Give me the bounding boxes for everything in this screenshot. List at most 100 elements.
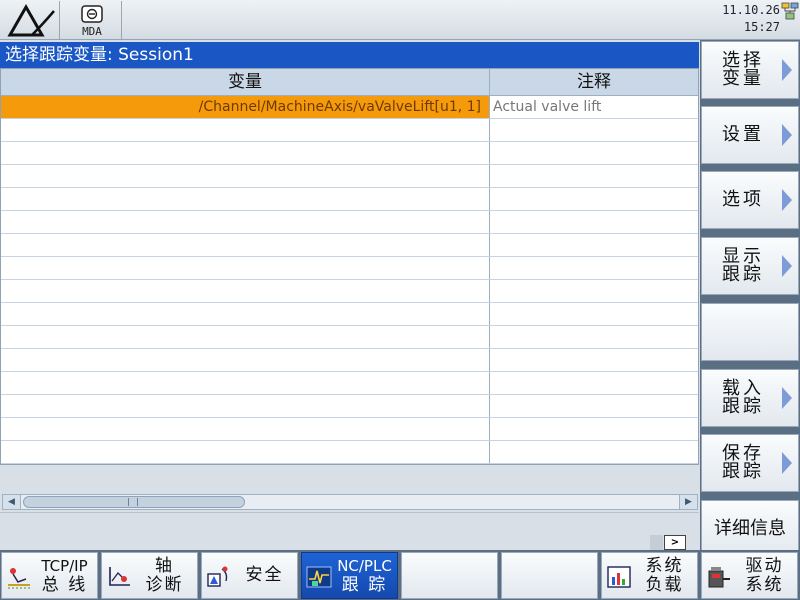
variable-cell[interactable] bbox=[1, 119, 490, 141]
table-row[interactable]: /Channel/MachineAxis/vaValveLift[u1, 1] A… bbox=[1, 96, 698, 119]
comment-cell[interactable] bbox=[490, 395, 698, 417]
table-row[interactable] bbox=[1, 326, 698, 349]
arrow-right-icon bbox=[782, 452, 792, 474]
comment-cell[interactable] bbox=[490, 303, 698, 325]
table-row[interactable] bbox=[1, 142, 698, 165]
mode-label: MDA bbox=[82, 25, 102, 38]
scrollbar-thumb[interactable] bbox=[23, 496, 245, 508]
grip-icon bbox=[128, 498, 138, 506]
softkey-label-line: 跟踪 bbox=[722, 461, 764, 482]
scroll-left-icon[interactable]: ◀ bbox=[3, 495, 21, 509]
comment-cell[interactable] bbox=[490, 211, 698, 233]
vertical-softkey-6[interactable]: 载入 跟踪 bbox=[701, 369, 799, 427]
variable-cell[interactable] bbox=[1, 257, 490, 279]
next-page-button[interactable]: > bbox=[664, 535, 686, 550]
table-row[interactable] bbox=[1, 441, 698, 464]
comment-cell[interactable] bbox=[490, 280, 698, 302]
softkey-label: 选择 变量 bbox=[702, 42, 784, 98]
table-row[interactable] bbox=[1, 280, 698, 303]
alarm-logo-icon[interactable] bbox=[2, 1, 60, 39]
variable-cell[interactable] bbox=[1, 142, 490, 164]
table-row[interactable] bbox=[1, 418, 698, 441]
softkey-label-line: 驱动 bbox=[745, 555, 784, 576]
table-row[interactable] bbox=[1, 395, 698, 418]
horizontal-softkey-1[interactable]: TCP/IP 总 线 bbox=[1, 552, 98, 599]
variable-cell[interactable] bbox=[1, 234, 490, 256]
softkey-label: 驱动 系统 bbox=[734, 553, 795, 598]
comment-cell[interactable] bbox=[490, 234, 698, 256]
horizontal-softkey-8[interactable]: 驱动 系统 bbox=[701, 552, 798, 599]
softkey-label: 载入 跟踪 bbox=[702, 370, 784, 426]
arrow-right-icon bbox=[782, 189, 792, 211]
softkey-label-line: 选项 bbox=[722, 189, 764, 210]
table-row[interactable] bbox=[1, 372, 698, 395]
comment-cell[interactable] bbox=[490, 326, 698, 348]
comment-cell[interactable] bbox=[490, 441, 698, 463]
table-row[interactable] bbox=[1, 119, 698, 142]
softkey-label-line: 系统 bbox=[645, 555, 684, 576]
variable-cell[interactable] bbox=[1, 372, 490, 394]
vertical-softkey-2[interactable]: 设置 bbox=[701, 106, 799, 164]
softkey-label-line: 跟踪 bbox=[722, 396, 764, 417]
comment-cell[interactable] bbox=[490, 257, 698, 279]
table-row[interactable] bbox=[1, 165, 698, 188]
variable-cell[interactable] bbox=[1, 395, 490, 417]
scroll-right-icon[interactable]: ▶ bbox=[679, 495, 697, 509]
network-bus-icon bbox=[6, 565, 32, 589]
table-row[interactable] bbox=[1, 303, 698, 326]
table-row[interactable] bbox=[1, 234, 698, 257]
softkey-label: TCP/IP 总 线 bbox=[34, 553, 95, 598]
variable-cell[interactable] bbox=[1, 280, 490, 302]
horizontal-softkey-2[interactable]: 轴诊断 bbox=[101, 552, 198, 599]
comment-cell[interactable] bbox=[490, 188, 698, 210]
horizontal-softkey-6[interactable] bbox=[501, 552, 598, 599]
horizontal-softkey-4[interactable]: NC/PLC 跟 踪 bbox=[301, 552, 398, 599]
comment-cell[interactable] bbox=[490, 119, 698, 141]
variable-cell[interactable] bbox=[1, 418, 490, 440]
table-header: 变量 注释 bbox=[1, 69, 698, 96]
softkey-label-line: 安全 bbox=[245, 565, 284, 585]
softkey-label-line: 设置 bbox=[722, 124, 764, 145]
comment-cell[interactable] bbox=[490, 142, 698, 164]
arrow-right-icon bbox=[782, 124, 792, 146]
horizontal-scrollbar[interactable]: ◀ ▶ bbox=[2, 494, 698, 510]
variable-cell[interactable]: /Channel/MachineAxis/vaValveLift[u1, 1] bbox=[1, 96, 490, 118]
horizontal-softkey-bar: TCP/IP 总 线轴诊断 安全 NC/PLC 跟 踪系统 负载 驱动 系统 bbox=[0, 550, 800, 600]
softkey-label: 系统 负载 bbox=[634, 553, 695, 598]
vertical-softkey-4[interactable]: 显示 跟踪 bbox=[701, 237, 799, 295]
variable-cell[interactable] bbox=[1, 441, 490, 463]
variable-cell[interactable] bbox=[1, 349, 490, 371]
softkey-label-line: 总 线 bbox=[41, 574, 88, 595]
comment-cell[interactable] bbox=[490, 165, 698, 187]
variable-cell[interactable] bbox=[1, 326, 490, 348]
table-row[interactable] bbox=[1, 349, 698, 372]
variable-cell[interactable] bbox=[1, 188, 490, 210]
table-row[interactable] bbox=[1, 211, 698, 234]
operating-mode: MDA bbox=[62, 1, 122, 39]
comment-cell[interactable] bbox=[490, 418, 698, 440]
vertical-softkey-7[interactable]: 保存 跟踪 bbox=[701, 434, 799, 492]
date-display: 11.10.26 bbox=[722, 3, 780, 17]
comment-cell[interactable] bbox=[490, 349, 698, 371]
variable-cell[interactable] bbox=[1, 165, 490, 187]
arrow-right-icon bbox=[782, 255, 792, 277]
softkey-label-line: 跟踪 bbox=[722, 264, 764, 285]
drive-system-icon bbox=[706, 565, 732, 589]
vertical-softkey-1[interactable]: 选择 变量 bbox=[701, 41, 799, 99]
softkey-label-line: 诊断 bbox=[145, 574, 184, 595]
vertical-softkey-5[interactable] bbox=[701, 303, 799, 361]
comment-cell[interactable] bbox=[490, 372, 698, 394]
system-load-icon bbox=[606, 565, 632, 589]
time-display: 15:27 bbox=[743, 20, 780, 34]
variable-cell[interactable] bbox=[1, 303, 490, 325]
table-row[interactable] bbox=[1, 188, 698, 211]
vertical-softkey-bar: 选择 变量 设置 选项 显示 跟踪 载入 跟踪 保存 跟踪 详细信息 bbox=[700, 40, 800, 558]
vertical-softkey-3[interactable]: 选项 bbox=[701, 171, 799, 229]
horizontal-softkey-3[interactable]: 安全 bbox=[201, 552, 298, 599]
horizontal-softkey-7[interactable]: 系统 负载 bbox=[601, 552, 698, 599]
variable-cell[interactable] bbox=[1, 211, 490, 233]
horizontal-softkey-5[interactable] bbox=[401, 552, 498, 599]
comment-cell[interactable]: Actual valve lift bbox=[490, 96, 698, 118]
table-row[interactable] bbox=[1, 257, 698, 280]
network-status-icon bbox=[781, 2, 799, 20]
